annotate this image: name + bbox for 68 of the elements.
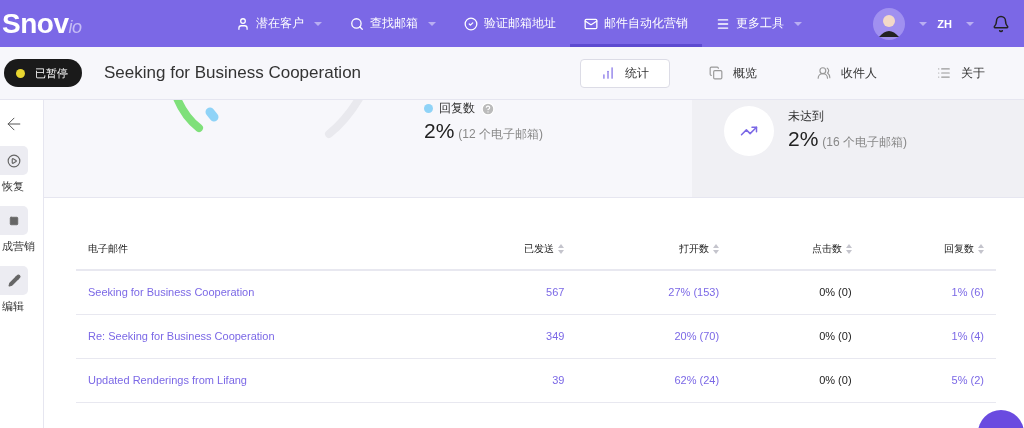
people-icon bbox=[817, 66, 831, 80]
list-icon bbox=[937, 66, 951, 80]
column-header[interactable]: 回复数 bbox=[863, 228, 996, 270]
table-link[interactable]: Re: Seeking for Business Cooperation bbox=[76, 314, 444, 358]
sort-icon bbox=[845, 243, 852, 254]
nav-item[interactable]: 更多工具 bbox=[702, 0, 816, 47]
caret-icon bbox=[428, 21, 436, 26]
action-label: 成营销 bbox=[1, 239, 35, 254]
pencil-icon bbox=[7, 274, 21, 287]
column-header[interactable]: 打开数 bbox=[576, 228, 732, 270]
user-icon bbox=[236, 16, 250, 31]
nav-item[interactable]: 验证邮箱地址 bbox=[450, 0, 570, 47]
table-cell: 0% (0) bbox=[731, 270, 864, 314]
action-button[interactable] bbox=[0, 206, 28, 235]
bar-chart-icon bbox=[601, 66, 615, 80]
tab[interactable]: 关于 bbox=[916, 58, 1006, 88]
campaign-title: Seeking for Business Cooperation bbox=[104, 63, 363, 83]
sort-icon bbox=[713, 243, 720, 254]
mail-icon bbox=[584, 16, 598, 31]
table-link[interactable]: 20% (70) bbox=[576, 314, 732, 358]
column-header[interactable]: 点击数 bbox=[731, 228, 864, 270]
stat-label: 回复数 bbox=[439, 100, 475, 117]
nav-item[interactable]: 潜在客户 bbox=[222, 0, 336, 47]
table-link[interactable]: 567 bbox=[444, 270, 577, 314]
table-link[interactable]: Updated Renderings from Lifang bbox=[76, 358, 444, 402]
play-icon bbox=[7, 153, 21, 168]
squares-icon bbox=[709, 66, 723, 80]
stat-value: 2% bbox=[788, 127, 819, 151]
caret-icon bbox=[314, 21, 322, 26]
avatar-icon[interactable] bbox=[873, 7, 906, 40]
tab[interactable]: 统计 bbox=[580, 58, 670, 88]
logo[interactable]: Snovio bbox=[2, 7, 222, 40]
stop-icon bbox=[9, 215, 19, 226]
stat-detail: (16 个电子邮箱) bbox=[822, 134, 908, 151]
bell-icon[interactable] bbox=[992, 14, 1010, 33]
table-cell: 0% (0) bbox=[731, 358, 864, 402]
language-selector[interactable]: ZH bbox=[937, 17, 952, 30]
action-button[interactable] bbox=[0, 266, 28, 295]
check-circle-icon bbox=[464, 16, 478, 31]
stat-label: 未达到 bbox=[788, 108, 825, 125]
table-link[interactable]: 1% (6) bbox=[863, 270, 996, 314]
caret-icon bbox=[794, 21, 802, 26]
table-link[interactable]: 39 bbox=[444, 358, 577, 402]
action-label: 编辑 bbox=[1, 299, 24, 314]
stat-value: 2% bbox=[424, 119, 455, 143]
table-link[interactable]: 349 bbox=[444, 314, 577, 358]
stat-detail: (12 个电子邮箱) bbox=[458, 126, 544, 143]
table-cell: 0% (0) bbox=[731, 314, 864, 358]
table-link[interactable]: 1% (4) bbox=[863, 314, 996, 358]
sort-icon bbox=[978, 243, 984, 254]
nav-item[interactable]: 查找邮箱 bbox=[336, 0, 450, 47]
table-link[interactable]: 5% (2) bbox=[863, 358, 996, 402]
caret-icon bbox=[919, 21, 928, 26]
column-header[interactable]: 已发送 bbox=[444, 228, 577, 270]
search-icon bbox=[350, 16, 364, 31]
tab[interactable]: 概览 bbox=[688, 58, 778, 88]
column-header[interactable]: 电子邮件 bbox=[76, 228, 444, 270]
table-link[interactable]: 62% (24) bbox=[576, 358, 732, 402]
action-button[interactable] bbox=[0, 146, 28, 175]
action-label: 恢复 bbox=[1, 179, 24, 194]
table-link[interactable]: 27% (153) bbox=[576, 270, 732, 314]
tab[interactable]: 收件人 bbox=[796, 58, 898, 88]
sort-icon bbox=[558, 243, 565, 254]
table-link[interactable]: Seeking for Business Cooperation bbox=[76, 270, 444, 314]
caret-icon bbox=[966, 21, 974, 26]
status-label: 已暂停 bbox=[35, 65, 68, 81]
status-dot bbox=[16, 68, 25, 78]
menu-icon bbox=[716, 16, 730, 31]
